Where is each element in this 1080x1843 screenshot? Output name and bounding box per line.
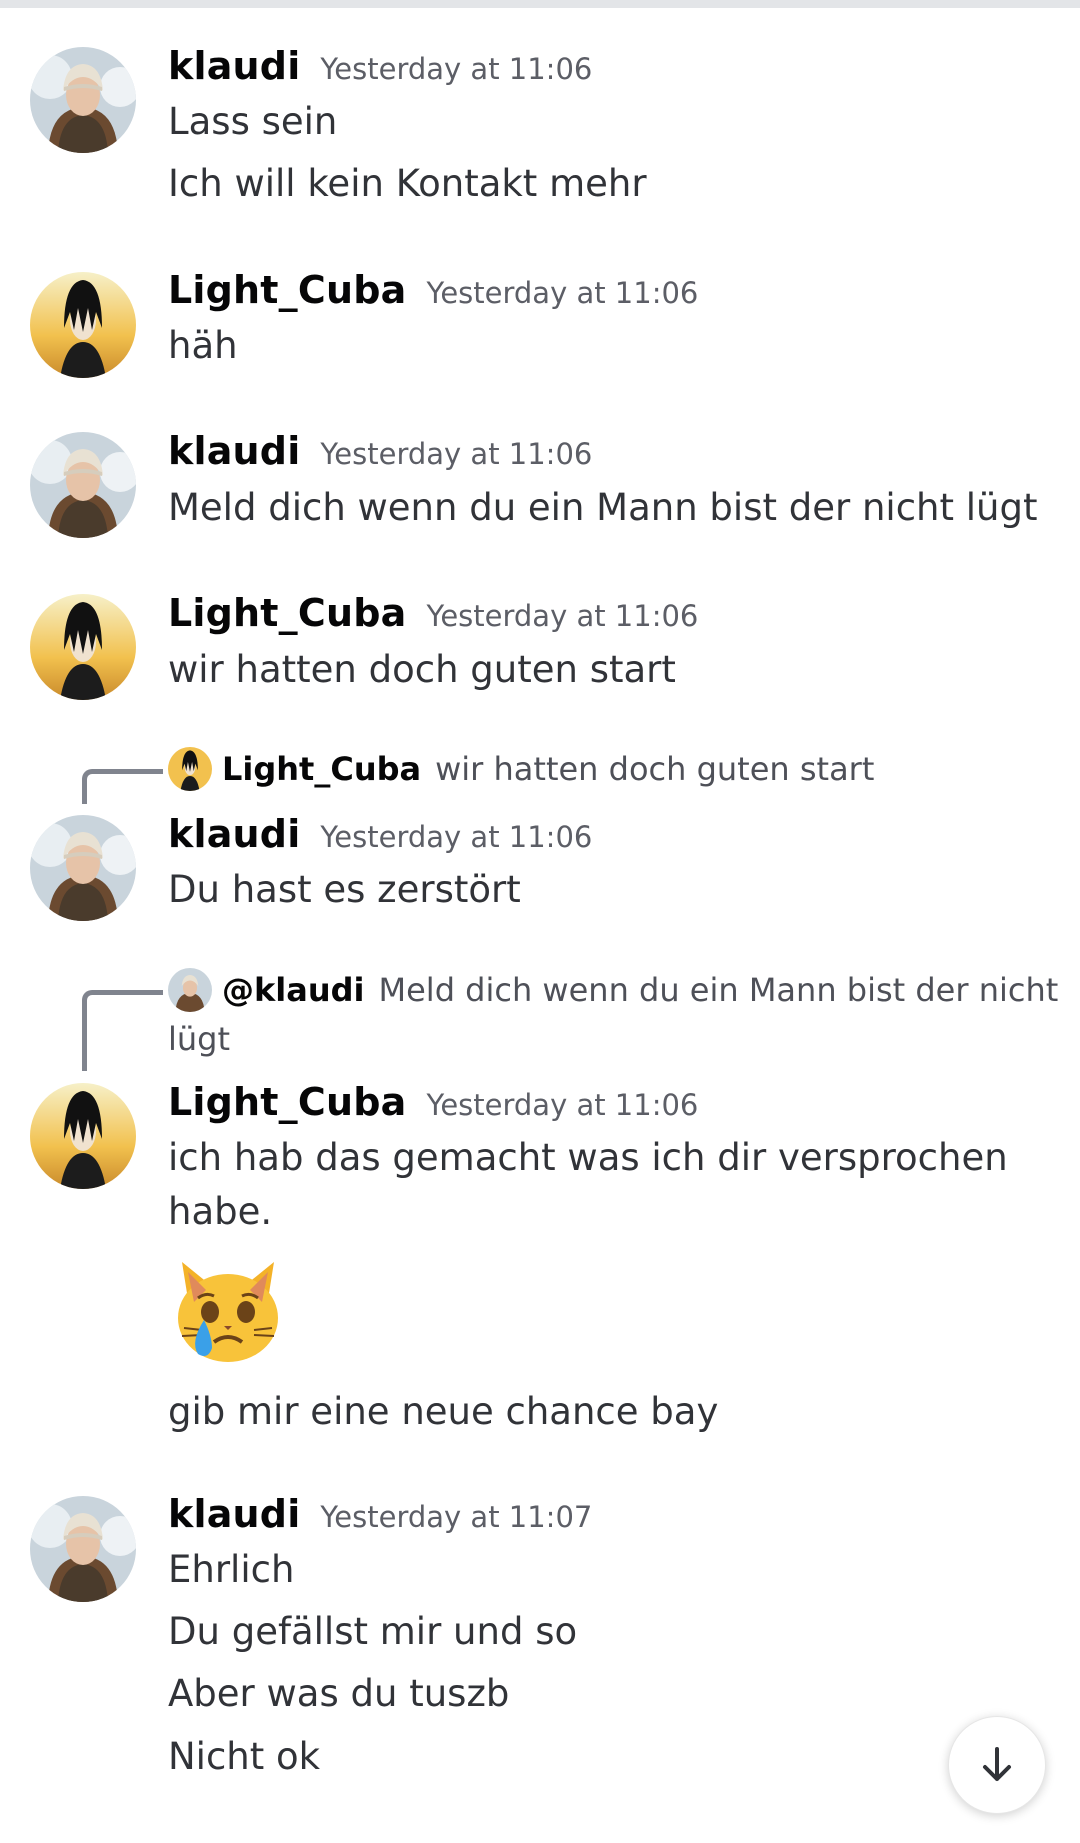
timestamp: Yesterday at 11:07 [320, 1500, 593, 1534]
message-text: Ich will kein Kontakt mehr [168, 162, 647, 205]
avatar-light-cuba[interactable] [30, 272, 136, 378]
reply-username: Light_Cuba [222, 750, 422, 788]
reply-avatar [168, 747, 212, 791]
timestamp: Yesterday at 11:06 [426, 1088, 699, 1122]
username[interactable]: klaudi [168, 812, 300, 856]
message-text: gib mir eine neue chance bay [168, 1390, 719, 1433]
reply-text: wir hatten doch guten start [435, 750, 875, 788]
username[interactable]: klaudi [168, 1492, 300, 1536]
reply-preview[interactable]: Light_Cuba wir hatten doch guten start [168, 747, 874, 791]
message-text: wir hatten doch guten start [168, 648, 676, 691]
username[interactable]: klaudi [168, 429, 300, 473]
username[interactable]: Light_Cuba [168, 1080, 406, 1124]
timestamp: Yesterday at 11:06 [426, 599, 699, 633]
message-text: Lass sein [168, 100, 338, 143]
avatar-klaudi[interactable] [30, 1496, 136, 1602]
message-text: Meld dich wenn du ein Mann bist der nich… [168, 486, 1038, 529]
top-divider [0, 0, 1080, 8]
jump-to-present-button[interactable] [948, 1716, 1046, 1814]
reply-preview[interactable]: @klaudi Meld dich wenn du ein Mann bist … [168, 968, 1058, 1012]
arrow-down-icon [983, 1747, 1011, 1781]
reply-connector [82, 990, 163, 1071]
message-text: Du hast es zerstört [168, 868, 521, 911]
message-text: ich hab das gemacht was ich dir versproc… [168, 1136, 1008, 1179]
reply-text-continuation: lügt [168, 1020, 231, 1058]
timestamp: Yesterday at 11:06 [426, 276, 699, 310]
avatar-klaudi[interactable] [30, 432, 136, 538]
avatar-klaudi[interactable] [30, 815, 136, 921]
message-text: Aber was du tuszb [168, 1672, 510, 1715]
timestamp: Yesterday at 11:06 [320, 820, 593, 854]
message-text: häh [168, 324, 238, 367]
timestamp: Yesterday at 11:06 [320, 437, 593, 471]
avatar-light-cuba[interactable] [30, 594, 136, 700]
avatar-light-cuba[interactable] [30, 1083, 136, 1189]
reply-text: Meld dich wenn du ein Mann bist der nich… [378, 971, 1059, 1009]
message-text: habe. [168, 1190, 273, 1233]
username[interactable]: klaudi [168, 44, 300, 88]
username[interactable]: Light_Cuba [168, 268, 406, 312]
username[interactable]: Light_Cuba [168, 591, 406, 635]
avatar-klaudi[interactable] [30, 47, 136, 153]
timestamp: Yesterday at 11:06 [320, 52, 593, 86]
message-text: Ehrlich [168, 1548, 295, 1591]
message-text: Nicht ok [168, 1735, 321, 1778]
reply-username: @klaudi [222, 971, 365, 1009]
reply-connector [82, 769, 163, 804]
message-text: Du gefällst mir und so [168, 1610, 578, 1653]
crying-cat-emoji-icon [168, 1250, 288, 1370]
reply-avatar [168, 968, 212, 1012]
